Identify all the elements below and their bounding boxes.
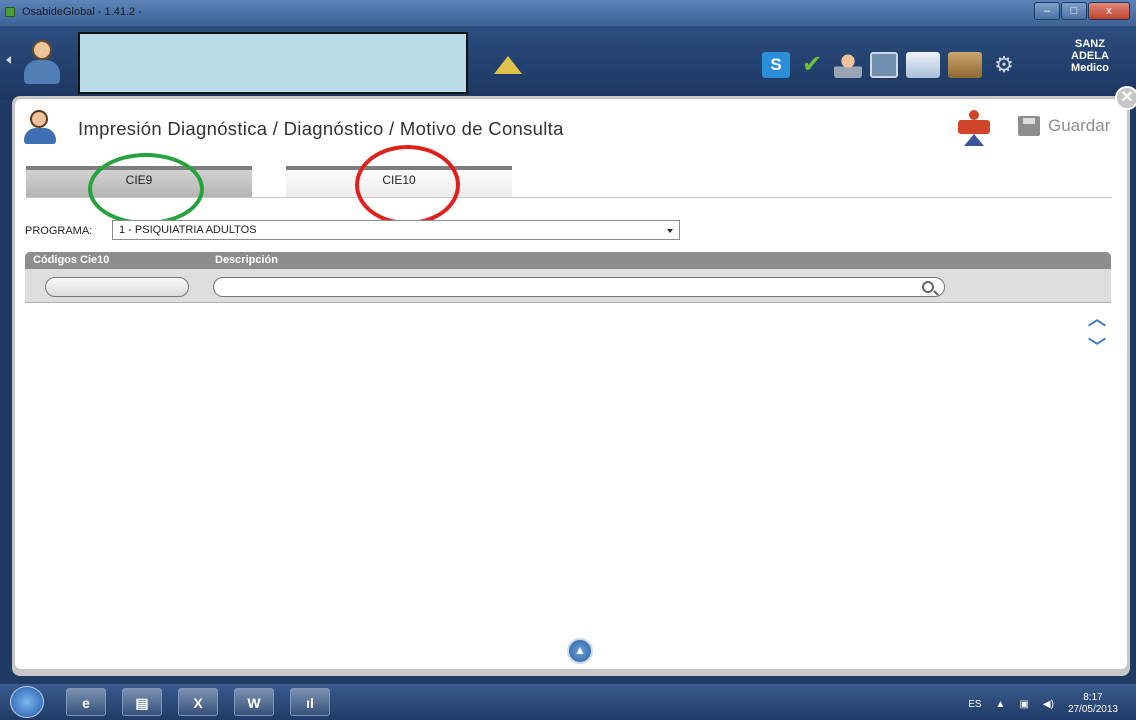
save-button[interactable]: Guardar	[1018, 116, 1110, 136]
chevron-down-icon	[667, 229, 673, 233]
scroll-up-icon[interactable]: ︿	[1088, 305, 1106, 331]
taskbar-osabide-icon[interactable]: ıl	[290, 688, 330, 716]
doctor-avatar-icon	[22, 108, 60, 146]
language-indicator[interactable]: ES	[968, 699, 981, 710]
collapse-arrow-icon[interactable]	[6, 56, 11, 64]
check-icon[interactable]: ✔	[798, 52, 826, 78]
save-label: Guardar	[1048, 116, 1111, 135]
window-controls: – □ x	[1034, 2, 1130, 20]
taskbar-explorer-icon[interactable]: ▤	[122, 688, 162, 716]
scroll-down-icon[interactable]: ﹀	[1088, 333, 1106, 359]
taskbar-word-icon[interactable]: W	[234, 688, 274, 716]
clock[interactable]: 8:17 27/05/2013	[1068, 692, 1118, 716]
window-titlebar: OsabideGlobal - 1.41.2 - – □ x	[0, 0, 1136, 26]
start-button[interactable]	[10, 686, 44, 718]
card-icon[interactable]	[906, 52, 940, 78]
system-tray: ES ▲ ▣ ◀) 8:17 27/05/2013	[968, 692, 1118, 716]
network-icon[interactable]: ▣	[1019, 699, 1028, 710]
minimize-button[interactable]: –	[1034, 2, 1060, 20]
window-title: OsabideGlobal - 1.41.2 -	[22, 6, 142, 18]
code-filter-input[interactable]	[45, 277, 189, 297]
s-app-icon[interactable]: S	[762, 52, 790, 78]
search-icon[interactable]	[922, 281, 934, 293]
floppy-disk-icon	[1018, 116, 1040, 136]
gear-icon[interactable]: ⚙	[990, 52, 1018, 78]
globe-icon[interactable]	[870, 52, 898, 78]
page-title: Impresión Diagnóstica / Diagnóstico / Mo…	[78, 118, 564, 139]
grid-header: Códigos Cie10 Descripción	[25, 252, 1111, 269]
child-figure-icon[interactable]	[958, 110, 990, 146]
folder-icon[interactable]	[948, 52, 982, 78]
red-annotation-circle	[355, 145, 460, 225]
user-name: SANZ ADELA Medico	[1071, 38, 1109, 74]
volume-icon[interactable]: ◀)	[1043, 699, 1054, 710]
warning-icon[interactable]	[494, 56, 522, 74]
description-filter-input[interactable]	[213, 277, 945, 297]
column-header-codigos[interactable]: Códigos Cie10	[33, 254, 109, 266]
tray-arrow-icon[interactable]: ▲	[996, 699, 1006, 710]
taskbar-ie-icon[interactable]: e	[66, 688, 106, 716]
column-header-descripcion[interactable]: Descripción	[215, 254, 278, 266]
close-panel-icon[interactable]: ✕	[1115, 86, 1136, 110]
app-icon	[5, 7, 15, 17]
maximize-button[interactable]: □	[1061, 2, 1087, 20]
close-window-button[interactable]: x	[1088, 2, 1130, 20]
programa-label: PROGRAMA:	[25, 225, 93, 237]
patient-info-field[interactable]	[78, 32, 468, 94]
doctor-icon[interactable]	[834, 52, 862, 78]
programa-select[interactable]: 1 - PSIQUIATRIA ADULTOS	[112, 220, 680, 240]
scroll-to-top-button[interactable]: ▲	[567, 638, 593, 664]
taskbar: e ▤ X W ıl ES ▲ ▣ ◀) 8:17 27/05/2013	[0, 684, 1136, 720]
user-avatar-icon[interactable]	[22, 36, 62, 84]
taskbar-excel-icon[interactable]: X	[178, 688, 218, 716]
grid-body	[25, 304, 1085, 654]
programa-selected-value: 1 - PSIQUIATRIA ADULTOS	[119, 224, 257, 236]
green-annotation-circle	[88, 153, 204, 225]
app-header: S ✔ ⚙ SANZ ADELA Medico	[0, 26, 1136, 100]
toolbar-icons: S ✔ ⚙	[762, 52, 1018, 78]
filter-bar	[25, 269, 1111, 303]
